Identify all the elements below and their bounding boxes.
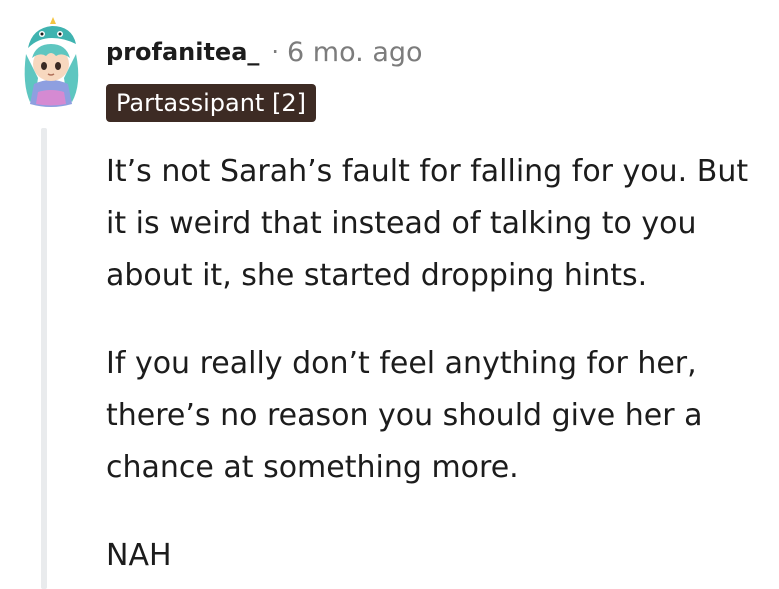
meta-separator: · [271,38,280,66]
comment-meta: profanitea_ · 6 mo. ago [106,34,423,70]
user-avatar-icon[interactable] [12,14,90,110]
thread-line[interactable] [41,128,47,589]
comment-paragraph: It’s not Sarah’s fault for falling for y… [106,154,749,293]
comment-paragraph: NAH [106,538,172,573]
user-flair: Partassipant [2] [106,84,316,122]
comment-body: It’s not Sarah’s fault for falling for y… [106,146,776,589]
username-link[interactable]: profanitea_ [106,38,259,66]
timestamp[interactable]: 6 mo. ago [287,37,422,68]
comment-paragraph: If you really don’t feel anything for he… [106,346,703,485]
comment: profanitea_ · 6 mo. ago Partassipant [2]… [0,0,779,589]
